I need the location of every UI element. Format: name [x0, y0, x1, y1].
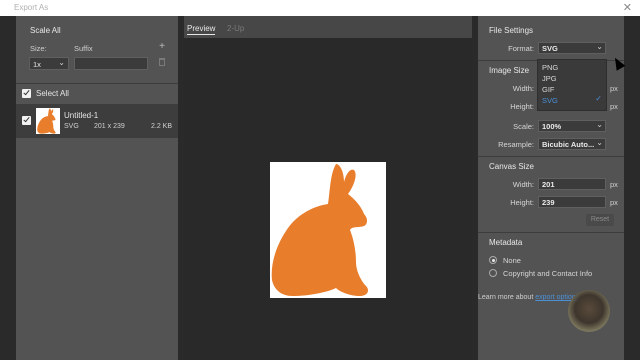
rabbit-thumbnail-icon — [37, 108, 56, 134]
scale-percent-value: 100% — [542, 122, 562, 131]
chevron-down-icon: ⌄ — [58, 58, 65, 67]
select-all-checkbox[interactable] — [22, 89, 31, 98]
image-height-label: Height: — [510, 102, 534, 111]
image-width-label: Width: — [512, 84, 534, 93]
scale-label: Scale: — [513, 122, 534, 131]
chevron-down-icon: ⌄ — [596, 138, 603, 147]
canvas-width-label: Width: — [512, 180, 534, 189]
asset-dimensions: 201 x 239 — [94, 123, 125, 130]
divider — [478, 232, 624, 233]
divider — [16, 83, 178, 84]
metadata-none-label: None — [503, 256, 521, 265]
file-settings-heading: File Settings — [489, 26, 534, 35]
asset-type: SVG — [64, 123, 79, 130]
asset-name: Untitled-1 — [64, 111, 99, 120]
tab-preview[interactable]: Preview — [187, 24, 216, 35]
suffix-input[interactable] — [74, 57, 148, 70]
preview-tabs: Preview 2-Up — [184, 20, 472, 38]
learn-more-label: Learn more about — [478, 294, 534, 301]
chevron-down-icon: ⌄ — [596, 42, 603, 51]
close-icon[interactable]: ✕ — [623, 1, 632, 15]
canvas-height-label: Height: — [510, 198, 534, 207]
size-label: Size: — [30, 44, 47, 53]
format-dropdown-menu: PNG JPG GIF SVG ✓ — [537, 59, 607, 111]
add-scale-icon[interactable]: + — [159, 41, 165, 52]
canvas-width-unit: px — [610, 180, 618, 189]
learn-more-text: Learn more about export options — [478, 294, 579, 301]
title-bar: Export As ✕ — [0, 0, 640, 16]
tab-2-up[interactable]: 2-Up — [227, 24, 244, 33]
asset-thumbnail — [36, 108, 60, 134]
canvas-height-input[interactable]: 239 — [538, 196, 606, 208]
metadata-copyright-radio[interactable] — [489, 269, 497, 277]
scale-select[interactable]: 1x ⌄ — [29, 57, 69, 70]
trash-icon[interactable] — [159, 58, 165, 66]
metadata-none-radio[interactable] — [489, 256, 497, 264]
canvas-height-unit: px — [610, 198, 618, 207]
asset-checkbox[interactable] — [22, 116, 31, 125]
image-width-unit: px — [610, 84, 618, 93]
format-label: Format: — [508, 44, 534, 53]
scale-all-heading: Scale All — [30, 26, 61, 35]
reset-button[interactable]: Reset — [586, 214, 614, 226]
resample-label: Resample: — [498, 140, 534, 149]
asset-row[interactable]: Untitled-1 SVG 201 x 239 2.2 KB — [16, 104, 178, 138]
asset-file-size: 2.2 KB — [150, 123, 172, 130]
divider — [478, 156, 624, 157]
scale-select-value: 1x — [33, 60, 41, 69]
preview-canvas[interactable] — [184, 38, 472, 360]
format-option-svg[interactable]: SVG — [542, 96, 558, 105]
format-option-png[interactable]: PNG — [542, 63, 558, 72]
webcam-avatar — [568, 290, 610, 332]
checkmark-icon: ✓ — [595, 94, 602, 103]
window-title: Export As — [14, 3, 49, 12]
image-size-heading: Image Size — [489, 66, 530, 75]
image-height-unit: px — [610, 102, 618, 111]
format-option-jpg[interactable]: JPG — [542, 74, 557, 83]
format-option-gif[interactable]: GIF — [542, 85, 555, 94]
canvas-size-heading: Canvas Size — [489, 162, 534, 171]
format-select-value: SVG — [542, 44, 558, 53]
resample-select[interactable]: Bicubic Auto... ⌄ — [538, 138, 606, 150]
assets-panel: Scale All Size: Suffix + 1x ⌄ Select All… — [16, 16, 178, 360]
resample-value: Bicubic Auto... — [542, 140, 595, 149]
canvas-width-input[interactable]: 201 — [538, 178, 606, 190]
chevron-down-icon: ⌄ — [596, 120, 603, 129]
rabbit-silhouette-icon — [271, 164, 368, 296]
select-all-label: Select All — [36, 89, 69, 98]
format-select[interactable]: SVG ⌄ — [538, 42, 606, 54]
metadata-copyright-label: Copyright and Contact Info — [503, 269, 593, 278]
artboard-preview — [270, 162, 386, 298]
suffix-label: Suffix — [74, 44, 93, 53]
preview-area: Preview 2-Up — [184, 16, 472, 360]
scale-percent-select[interactable]: 100% ⌄ — [538, 120, 606, 132]
metadata-heading: Metadata — [489, 238, 523, 247]
